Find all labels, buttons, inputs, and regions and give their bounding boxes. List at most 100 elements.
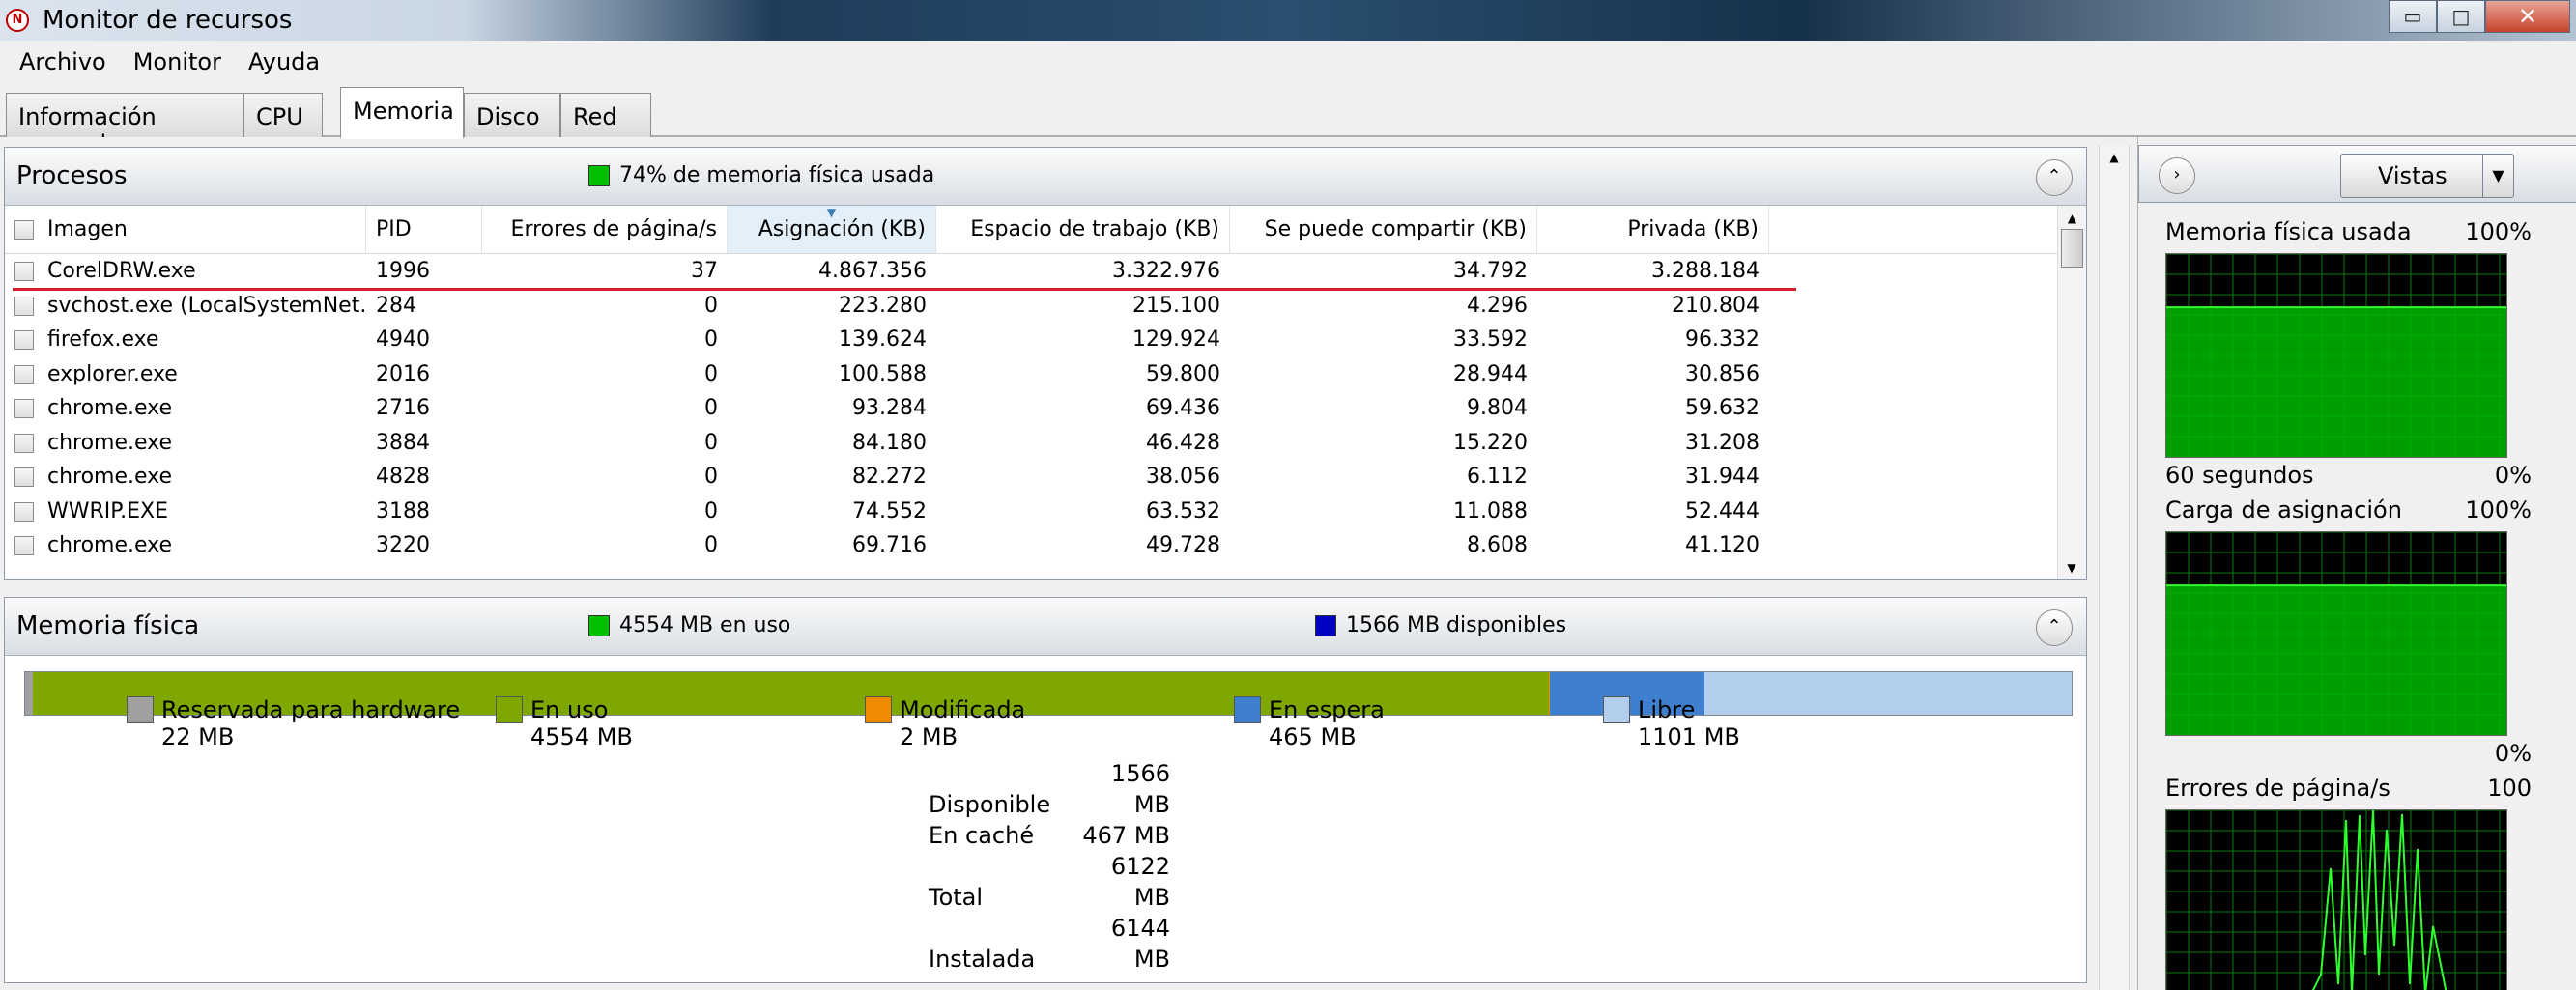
row-checkbox[interactable] [14,536,34,556]
commit-charge-graph [2165,531,2507,736]
col-compartir[interactable]: Se puede compartir (KB) [1230,206,1537,253]
cell-private: 41.120 [1685,533,1760,558]
scroll-down-icon[interactable]: ▼ [2058,561,2085,575]
cell-working: 63.532 [1146,498,1220,523]
cell-private: 52.444 [1685,498,1760,523]
expand-chevron-icon[interactable]: › [2159,157,2195,194]
tab-cpu[interactable]: CPU [243,93,323,137]
processes-header[interactable]: Procesos 74% de memoria física usada ⌃ [5,148,2086,206]
cell-image: explorer.exe [47,361,178,386]
collapse-processes-button[interactable]: ⌃ [2036,159,2073,196]
row-checkbox[interactable] [14,262,34,282]
cell-working: 49.728 [1146,533,1220,558]
col-espacio-trabajo[interactable]: Espacio de trabajo (KB) [936,206,1230,253]
legend-swatch [496,696,523,723]
scroll-up-icon[interactable]: ▲ [2058,206,2086,225]
cell-faults: 0 [704,498,718,523]
cell-working: 59.800 [1146,361,1220,386]
row-checkbox[interactable] [14,296,34,316]
tab-red[interactable]: Red [560,93,651,137]
graph-fill [2166,307,2506,457]
menu-monitor[interactable]: Monitor [120,48,235,75]
tab-memoria[interactable]: Memoria [340,87,464,139]
cell-pid: 3220 [376,533,430,558]
collapse-physical-memory-button[interactable]: ⌃ [2036,609,2073,646]
red-annotation-line [13,288,1796,291]
in-use-summary-text: 4554 MB en uso [619,613,791,637]
views-dropdown[interactable]: Vistas ▼ [2340,154,2514,198]
tab-disco[interactable]: Disco [464,93,560,137]
table-row[interactable]: WWRIP.EXE 3188 0 74.552 63.532 11.088 52.444 [5,495,2086,529]
row-checkbox[interactable] [14,433,34,453]
legend-label: Modificada [900,696,1026,723]
scroll-thumb[interactable] [2061,229,2083,268]
graph-footer: 60 segundos [2165,462,2314,489]
cell-faults: 0 [704,293,718,318]
cell-working: 129.924 [1132,327,1220,353]
cell-working: 46.428 [1146,430,1220,455]
cell-pid: 284 [376,293,416,318]
table-row[interactable]: chrome.exe 2716 0 93.284 69.436 9.804 59.632 [5,391,2086,426]
col-errores-pagina[interactable]: Errores de página/s [482,206,728,253]
cell-image: CorelDRW.exe [47,259,196,284]
cell-image: svchost.exe (LocalSystemNet... [5,294,366,318]
cell-commit: 223.280 [839,293,927,318]
cell-image: explorer.exe [5,362,366,386]
menu-archivo[interactable]: Archivo [6,48,120,75]
cell-pid: 1996 [376,259,430,284]
row-checkbox[interactable] [14,364,34,384]
row-checkbox[interactable] [14,467,34,488]
legend-label: Reservada para hardware [161,696,461,723]
cell-image: svchost.exe (LocalSystemNet... [47,293,366,318]
cell-pid: 4828 [376,465,430,490]
scroll-up-icon[interactable]: ▲ [2100,145,2129,164]
cell-private: 3.288.184 [1651,259,1760,284]
main-scrollbar[interactable]: ▲ [2099,145,2130,990]
cell-faults: 37 [691,259,718,284]
memory-usage-text: 74% de memoria física usada [619,163,935,187]
cell-working: 38.056 [1146,465,1220,490]
maximize-button[interactable]: □ [2437,0,2485,33]
tab-informacion-general[interactable]: Información general [6,93,243,157]
cell-commit: 139.624 [839,327,927,353]
cell-commit: 4.867.356 [818,259,927,284]
process-rows: CorelDRW.exe 1996 37 4.867.356 3.322.976 34.7… [5,254,2086,579]
table-row[interactable]: chrome.exe 3220 0 69.716 49.728 8.608 41.120 [5,528,2086,563]
table-row[interactable]: svchost.exe (LocalSystemNet... 284 0 223.28… [5,289,2086,324]
graph-max: 100% [2465,496,2532,523]
cell-faults: 0 [704,327,718,353]
legend-libre: Libre 1101 MB [1603,696,1740,750]
row-checkbox[interactable] [14,399,34,419]
col-imagen[interactable]: Imagen [5,206,366,253]
select-all-checkbox[interactable] [14,220,34,240]
row-checkbox[interactable] [14,501,34,522]
close-button[interactable]: ✕ [2485,0,2570,33]
menu-ayuda[interactable]: Ayuda [235,48,333,75]
row-checkbox[interactable] [14,330,34,351]
cell-image: chrome.exe [5,431,366,455]
table-row[interactable]: chrome.exe 3884 0 84.180 46.428 15.220 31.208 [5,426,2086,461]
physical-memory-title: Memoria física [16,611,200,640]
chevron-down-icon[interactable]: ▼ [2482,155,2513,197]
page-faults-graph [2165,809,2507,990]
col-pid[interactable]: PID [366,206,482,253]
graph-min: 0% [2494,462,2532,489]
cell-pid: 2716 [376,396,430,421]
cell-commit: 84.180 [852,430,927,455]
process-table-scrollbar[interactable]: ▲ ▼ [2057,206,2086,579]
col-asignacion[interactable]: ▼ Asignación (KB) [728,206,936,253]
cell-shareable: 15.220 [1453,430,1528,455]
table-row[interactable]: explorer.exe 2016 0 100.588 59.800 28.944 30.8… [5,357,2086,392]
table-row[interactable]: chrome.exe 4828 0 82.272 38.056 6.112 31.944 [5,460,2086,495]
physical-memory-header[interactable]: Memoria física 4554 MB en uso 1566 MB di… [5,598,2086,656]
minimize-button[interactable]: ▭ [2389,0,2437,33]
col-privada[interactable]: Privada (KB) [1537,206,1769,253]
cell-image: chrome.exe [47,465,173,490]
table-row[interactable]: firefox.exe 4940 0 139.624 129.924 33.592 96.3… [5,323,2086,357]
cell-image: chrome.exe [47,533,173,558]
stat-disponible: Disponible1566 MB [929,760,1170,818]
process-table: Imagen PID Errores de página/s ▼ Asignaci… [5,206,2086,579]
table-row[interactable]: CorelDRW.exe 1996 37 4.867.356 3.322.976 34.7… [5,254,2086,289]
cell-image: chrome.exe [5,396,366,420]
cell-image: chrome.exe [5,533,366,557]
